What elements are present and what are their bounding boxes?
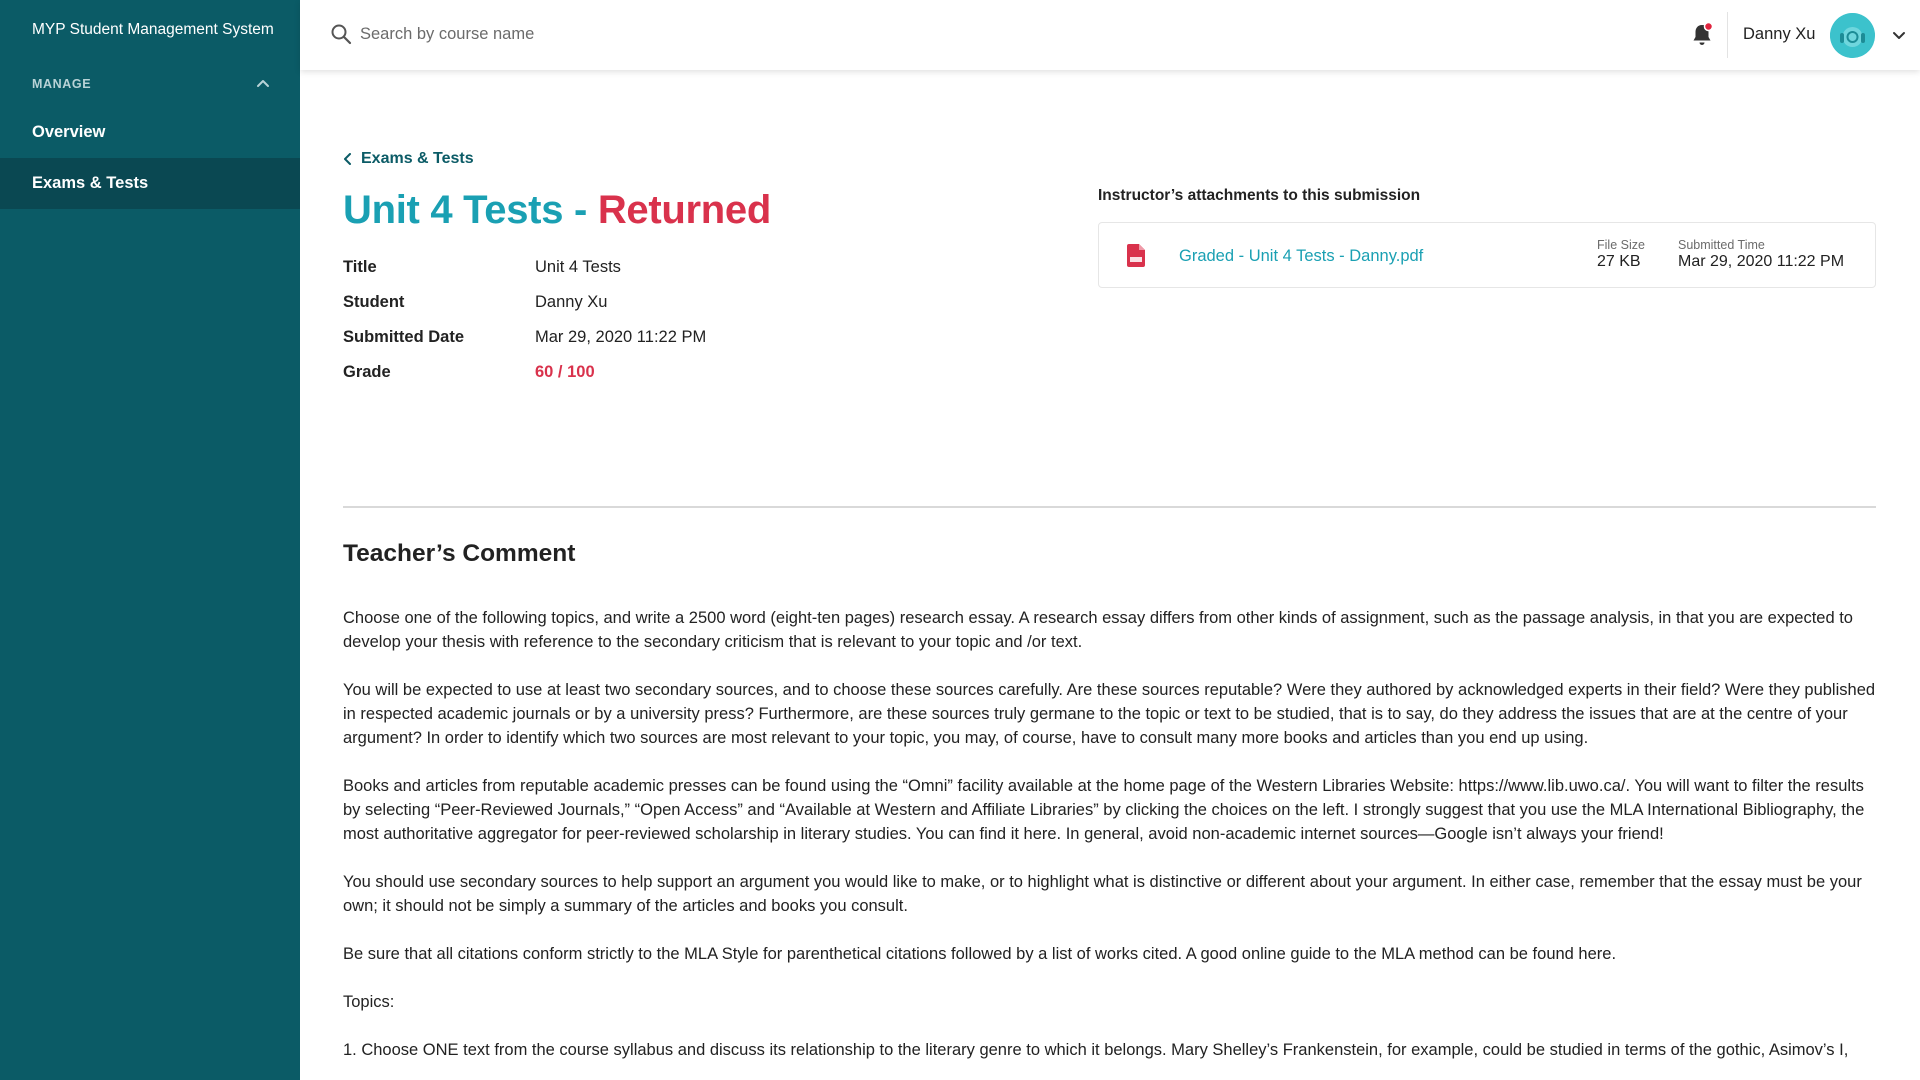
attachments-heading: Instructor’s attachments to this submiss… xyxy=(1098,187,1421,204)
info-row-title: Title Unit 4 Tests xyxy=(343,250,706,285)
comment-paragraph: Be sure that all citations conform stric… xyxy=(343,945,1617,963)
submitted-time: Submitted Time Mar 29, 2020 11:22 PM xyxy=(1678,238,1844,271)
info-label: Grade xyxy=(343,363,391,381)
sidebar-item-overview[interactable]: Overview xyxy=(0,107,300,158)
info-label: Submitted Date xyxy=(343,328,465,346)
page-title-separator: - xyxy=(563,188,598,232)
section-divider xyxy=(343,506,1876,508)
comment-paragraph: Choose one of the following topics, and … xyxy=(343,609,1853,651)
attachment-file-link[interactable]: Graded - Unit 4 Tests - Danny.pdf xyxy=(1179,247,1423,266)
info-row-grade: Grade 60 / 100 xyxy=(343,355,706,390)
info-label: Student xyxy=(343,293,405,311)
submission-info: Title Unit 4 Tests Student Danny Xu Subm… xyxy=(343,250,706,390)
info-value: Danny Xu xyxy=(535,293,608,311)
header-divider xyxy=(1727,12,1728,58)
top-bar: Danny Xu xyxy=(300,0,1920,70)
info-row-submitted-date: Submitted Date Mar 29, 2020 11:22 PM xyxy=(343,320,706,355)
user-name[interactable]: Danny Xu xyxy=(1743,25,1815,44)
sidebar-item-label: Exams & Tests xyxy=(32,174,149,192)
info-row-student: Student Danny Xu xyxy=(343,285,706,320)
comment-paragraph: Topics: xyxy=(343,993,395,1011)
info-label: Title xyxy=(343,258,377,276)
comment-paragraph: You will be expected to use at least two… xyxy=(343,681,1876,747)
chevron-down-icon[interactable] xyxy=(1890,26,1908,44)
grade-value: 60 / 100 xyxy=(535,363,595,381)
pdf-file-icon xyxy=(1127,244,1145,267)
file-size-value: 27 KB xyxy=(1597,253,1641,270)
file-size-label: File Size xyxy=(1597,238,1645,252)
info-value: Mar 29, 2020 11:22 PM xyxy=(535,328,707,346)
attachment-card: Graded - Unit 4 Tests - Danny.pdf File S… xyxy=(1098,222,1876,288)
comment-paragraph: Books and articles from reputable academ… xyxy=(343,777,1865,843)
page-title-main: Unit 4 Tests xyxy=(343,188,564,232)
comment-paragraph: 1. Choose ONE text from the course sylla… xyxy=(343,1041,1849,1059)
file-size: File Size 27 KB xyxy=(1597,238,1645,271)
comment-title: Teacher’s Comment xyxy=(343,540,576,567)
page-title: Unit 4 Tests - Returned xyxy=(343,188,771,233)
notification-dot xyxy=(1703,22,1714,32)
chevron-up-icon[interactable] xyxy=(254,75,272,93)
back-link[interactable]: Exams & Tests xyxy=(343,150,474,168)
manage-section-header[interactable]: MANAGE xyxy=(32,75,272,93)
search-input[interactable] xyxy=(360,20,780,48)
submitted-time-label: Submitted Time xyxy=(1678,238,1765,252)
sidebar: MYP Student Management System MANAGE Ove… xyxy=(0,0,300,1080)
bell-icon[interactable] xyxy=(1690,22,1714,48)
submitted-time-value: Mar 29, 2020 11:22 PM xyxy=(1678,253,1845,270)
app-title: MYP Student Management System xyxy=(32,21,274,38)
back-link-label: Exams & Tests xyxy=(361,150,474,167)
comment-body: Choose one of the following topics, and … xyxy=(343,606,1876,1080)
info-value: Unit 4 Tests xyxy=(535,258,621,276)
search-icon xyxy=(331,24,352,45)
sidebar-item-label: Overview xyxy=(32,123,106,141)
chevron-left-icon xyxy=(344,153,351,165)
section-label: MANAGE xyxy=(32,77,92,91)
sidebar-item-exams-tests[interactable]: Exams & Tests xyxy=(0,158,300,209)
comment-paragraph: You should use secondary sources to help… xyxy=(343,873,1862,915)
page-title-status: Returned xyxy=(597,188,771,232)
avatar[interactable] xyxy=(1830,13,1875,58)
